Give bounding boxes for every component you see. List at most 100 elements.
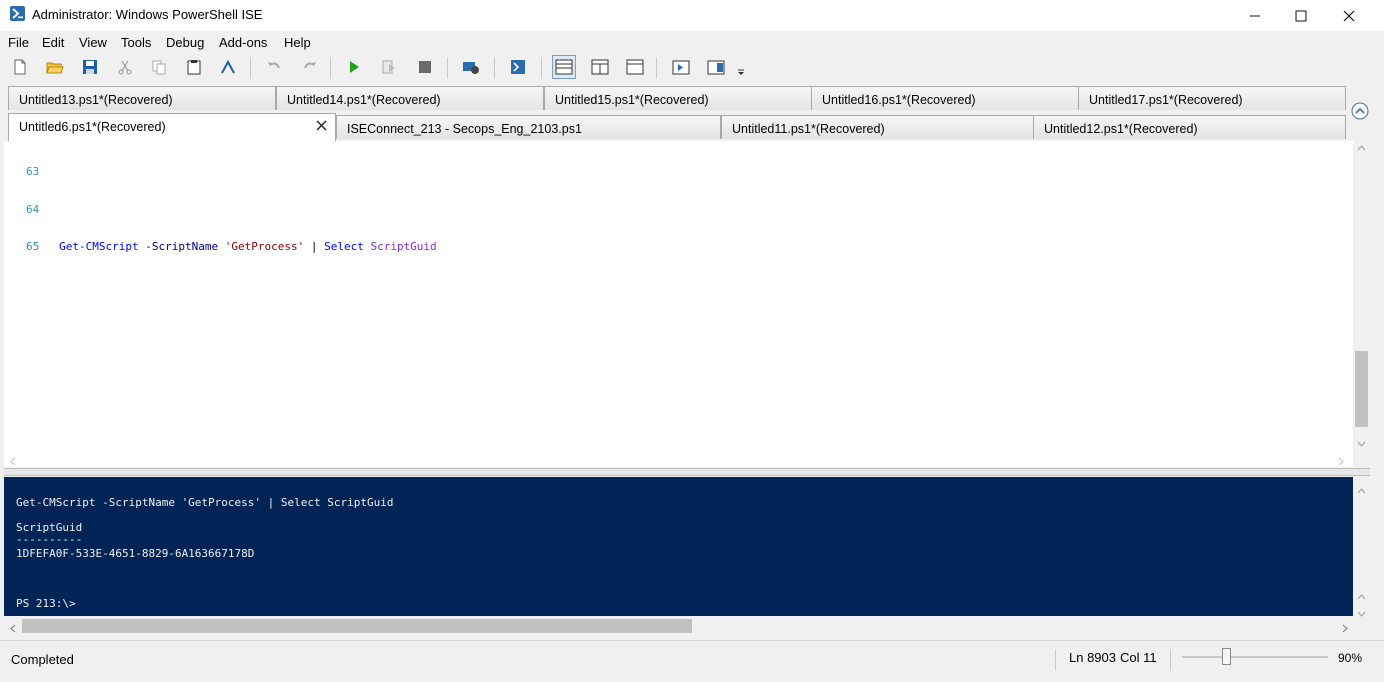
collapse-script-pane-button[interactable] xyxy=(1351,102,1369,123)
show-command-window-button[interactable] xyxy=(669,55,693,79)
console-command: Get-CMScript -ScriptName 'GetProcess' | … xyxy=(16,496,394,509)
code-line: 63 xyxy=(26,165,437,179)
close-icon xyxy=(316,120,327,131)
save-button[interactable] xyxy=(78,55,102,79)
code-keyword: Select xyxy=(324,240,364,253)
toolbar-separator xyxy=(541,57,542,79)
maximize-button[interactable] xyxy=(1278,0,1324,31)
toolbar-overflow-icon xyxy=(738,69,744,75)
code-parameter: -ScriptName xyxy=(145,240,219,253)
tab-untitled11[interactable]: Untitled11.ps1*(Recovered) xyxy=(721,115,1034,139)
line-number: 64 xyxy=(26,202,40,216)
pane-splitter[interactable] xyxy=(4,468,1370,476)
status-bar: Completed Ln 8903 Col 11 90% xyxy=(0,640,1384,682)
menu-tools[interactable]: Tools xyxy=(121,35,151,50)
run-icon xyxy=(350,61,359,73)
scroll-up-arrow-icon[interactable] xyxy=(1357,482,1366,497)
console-output-underline: ---------- xyxy=(16,533,83,546)
minimize-button[interactable] xyxy=(1232,0,1278,31)
cut-button[interactable] xyxy=(113,55,137,79)
scrollbar-thumb[interactable] xyxy=(1355,351,1368,427)
line-number: 65 xyxy=(26,240,40,253)
zoom-level: 90% xyxy=(1338,651,1363,665)
menu-edit[interactable]: Edit xyxy=(42,35,64,50)
code-string: 'GetProcess' xyxy=(224,240,305,253)
code-line: 64 xyxy=(26,202,437,217)
show-script-top-button[interactable] xyxy=(552,55,576,79)
undo-button[interactable] xyxy=(262,55,286,79)
scroll-right-arrow-icon[interactable] xyxy=(1342,621,1348,636)
powershell-app-icon xyxy=(10,6,25,21)
console-prompt: PS 213:\> xyxy=(16,597,76,610)
show-addon-icon xyxy=(707,60,725,75)
scroll-left-arrow-icon[interactable] xyxy=(10,454,16,469)
toolbar-separator xyxy=(494,57,495,79)
scrollbar-thumb[interactable] xyxy=(22,619,692,633)
show-command-icon xyxy=(672,60,690,75)
show-script-top-icon xyxy=(555,59,573,75)
clear-console-button[interactable] xyxy=(216,55,240,79)
menu-addons[interactable]: Add-ons xyxy=(219,35,267,50)
menu-help[interactable]: Help xyxy=(284,35,311,50)
editor-horizontal-scrollbar[interactable] xyxy=(4,451,1353,467)
tab-iseconnect[interactable]: ISEConnect_213 - Secops_Eng_2103.ps1 xyxy=(336,115,721,139)
maximize-icon xyxy=(1295,10,1307,21)
console-pane[interactable]: Get-CMScript -ScriptName 'GetProcess' | … xyxy=(4,477,1353,616)
clear-console-icon xyxy=(221,59,235,74)
script-editor[interactable]: 63 64 65 Get-CMScript -ScriptName 'GetPr… xyxy=(4,141,1353,451)
toolbar xyxy=(0,53,1384,83)
cursor-column: Col 11 xyxy=(1120,650,1157,665)
console-horizontal-scrollbar[interactable] xyxy=(4,617,1370,635)
paste-button[interactable] xyxy=(182,55,206,79)
menu-file[interactable]: File xyxy=(8,35,29,50)
close-tab-button[interactable] xyxy=(316,118,327,136)
show-command-addon-button[interactable] xyxy=(704,55,728,79)
copy-button[interactable] xyxy=(147,55,171,79)
chevron-up-circle-icon xyxy=(1351,102,1369,120)
tab-untitled6[interactable]: Untitled6.ps1*(Recovered) xyxy=(8,113,336,141)
tab-untitled17[interactable]: Untitled17.ps1*(Recovered) xyxy=(1078,86,1346,110)
stop-button[interactable] xyxy=(413,55,437,79)
undo-icon xyxy=(268,62,280,69)
paste-icon xyxy=(187,60,201,75)
close-button[interactable] xyxy=(1326,0,1372,31)
open-button[interactable] xyxy=(43,55,67,79)
status-divider xyxy=(1170,649,1171,671)
zoom-slider-track[interactable] xyxy=(1182,656,1328,658)
scroll-right-arrow-icon[interactable] xyxy=(1338,454,1344,469)
status-divider xyxy=(1055,649,1056,671)
scroll-down-arrow-icon[interactable] xyxy=(1357,439,1366,450)
line-number: 63 xyxy=(26,165,40,178)
new-button[interactable] xyxy=(8,55,32,79)
new-remote-tab-button[interactable] xyxy=(459,55,483,79)
toolbar-separator xyxy=(250,57,251,79)
menu-view[interactable]: View xyxy=(79,35,107,50)
tab-untitled13[interactable]: Untitled13.ps1*(Recovered) xyxy=(8,86,276,110)
menu-debug[interactable]: Debug xyxy=(166,35,204,50)
editor-vertical-scrollbar[interactable] xyxy=(1353,141,1370,451)
show-script-right-button[interactable] xyxy=(588,55,612,79)
zoom-slider-thumb[interactable] xyxy=(1221,648,1231,665)
tab-label: Untitled6.ps1*(Recovered) xyxy=(19,120,166,134)
toolbar-overflow-button[interactable] xyxy=(736,65,746,80)
show-script-right-icon xyxy=(591,59,609,75)
scroll-up-arrow-icon[interactable] xyxy=(1357,143,1366,154)
run-selection-button[interactable] xyxy=(377,55,401,79)
cut-icon xyxy=(118,60,132,75)
run-selection-icon xyxy=(382,60,395,74)
scroll-up-arrow-icon[interactable] xyxy=(1357,588,1366,603)
redo-button[interactable] xyxy=(298,55,322,79)
tab-untitled15[interactable]: Untitled15.ps1*(Recovered) xyxy=(544,86,812,110)
console-vertical-scrollbar[interactable] xyxy=(1353,477,1370,617)
remote-tab-icon xyxy=(463,62,479,74)
show-script-max-button[interactable] xyxy=(623,55,647,79)
run-script-button[interactable] xyxy=(342,55,366,79)
status-text: Completed xyxy=(11,652,74,667)
tab-untitled12[interactable]: Untitled12.ps1*(Recovered) xyxy=(1033,115,1346,139)
show-script-max-icon xyxy=(626,59,644,75)
start-powershell-icon xyxy=(511,60,525,74)
tab-untitled16[interactable]: Untitled16.ps1*(Recovered) xyxy=(811,86,1079,110)
start-powershell-button[interactable] xyxy=(506,55,530,79)
scroll-left-arrow-icon[interactable] xyxy=(10,621,16,636)
tab-untitled14[interactable]: Untitled14.ps1*(Recovered) xyxy=(276,86,544,110)
